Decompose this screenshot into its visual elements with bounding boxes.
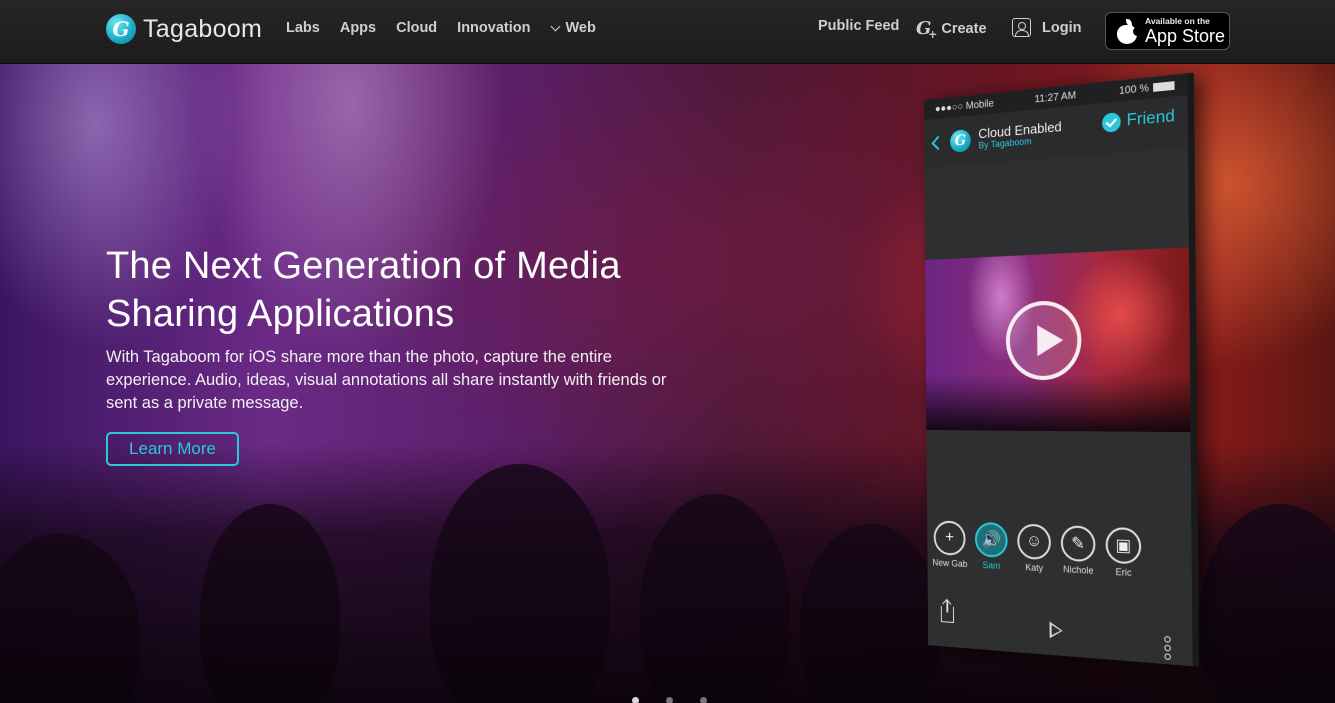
main-nav: Labs Apps Cloud Innovation Web: [286, 20, 596, 36]
person-name: Katy: [1025, 562, 1043, 573]
person-katy[interactable]: ☺ Katy: [1016, 523, 1052, 573]
friend-status[interactable]: Friend: [1102, 107, 1175, 133]
phone-mockup: ●●●○○ Mobile 11:27 AM 100 % G Cloud Enab…: [926, 100, 1201, 655]
media-preview[interactable]: [925, 247, 1190, 432]
phone-toolbar: [928, 605, 1193, 655]
carousel-dot-3[interactable]: [700, 697, 707, 703]
person-new-gab[interactable]: + New Gab: [933, 520, 967, 569]
hero-banner: The Next Generation of Media Sharing App…: [0, 64, 1335, 703]
tagaboom-logo-icon: G: [950, 129, 971, 153]
share-icon[interactable]: [941, 606, 954, 623]
friend-label: Friend: [1127, 107, 1175, 131]
play-icon[interactable]: [1006, 300, 1082, 381]
top-navbar: G Tagaboom Labs Apps Cloud Innovation We…: [0, 0, 1335, 64]
learn-more-button[interactable]: Learn More: [106, 432, 239, 466]
tagaboom-logo-icon: G: [106, 14, 136, 44]
create-icon: G +: [916, 18, 931, 39]
nav-web-label: Web: [565, 20, 595, 36]
person-sam[interactable]: 🔊 Sam: [974, 522, 1009, 572]
login-link[interactable]: Login: [1012, 18, 1081, 37]
battery-indicator: 100 %: [1119, 80, 1175, 97]
carousel-dot-1[interactable]: [632, 697, 639, 703]
chevron-down-icon: [551, 21, 561, 31]
user-icon: [1012, 18, 1031, 37]
plus-icon: +: [934, 520, 966, 556]
person-nichole[interactable]: ✎ Nichole: [1060, 525, 1097, 576]
person-name: Nichole: [1063, 564, 1094, 576]
hero-title: The Next Generation of Media Sharing App…: [106, 242, 726, 338]
hero-description: With Tagaboom for iOS share more than th…: [106, 346, 696, 415]
carousel-dot-2[interactable]: [666, 697, 673, 703]
carousel-indicators: [632, 697, 707, 703]
app-store-big-text: App Store: [1145, 27, 1225, 45]
play-outline-icon[interactable]: [1050, 622, 1063, 640]
person-name: New Gab: [932, 557, 967, 569]
create-link[interactable]: G + Create: [916, 18, 987, 39]
nav-apps[interactable]: Apps: [340, 20, 376, 36]
more-options-icon[interactable]: [1164, 636, 1171, 660]
nav-labs[interactable]: Labs: [286, 20, 320, 36]
create-label: Create: [941, 21, 986, 37]
clock-text: 11:27 AM: [1035, 89, 1077, 105]
person-eric[interactable]: ▣ Eric: [1104, 527, 1142, 579]
checkmark-icon: [1102, 112, 1121, 133]
back-arrow-icon[interactable]: [931, 136, 944, 150]
speaker-icon: 🔊: [975, 522, 1008, 558]
app-store-badge[interactable]: Available on the App Store: [1105, 12, 1230, 50]
phone-screen: ●●●○○ Mobile 11:27 AM 100 % G Cloud Enab…: [924, 73, 1199, 667]
gab-people-list: + New Gab 🔊 Sam ☺ Katy ✎ Nichole ▣ Eric: [933, 520, 1143, 578]
brand-logo[interactable]: G Tagaboom: [106, 13, 262, 45]
smiley-icon: ☺: [1017, 523, 1051, 560]
person-name: Eric: [1115, 567, 1131, 579]
person-name: Sam: [983, 560, 1001, 571]
pencil-icon: ✎: [1061, 525, 1096, 562]
picture-icon: ▣: [1106, 527, 1142, 565]
battery-icon: [1153, 81, 1174, 92]
app-store-small-text: Available on the: [1145, 17, 1225, 26]
nav-web[interactable]: Web: [550, 20, 595, 36]
public-feed-link[interactable]: Public Feed: [818, 18, 899, 34]
brand-name: Tagaboom: [143, 15, 262, 44]
nav-cloud[interactable]: Cloud: [396, 20, 437, 36]
media-crowd: [926, 372, 1191, 432]
login-label: Login: [1042, 20, 1081, 36]
nav-innovation[interactable]: Innovation: [457, 20, 530, 36]
carrier-text: ●●●○○ Mobile: [935, 98, 994, 115]
apple-icon: [1116, 19, 1138, 44]
